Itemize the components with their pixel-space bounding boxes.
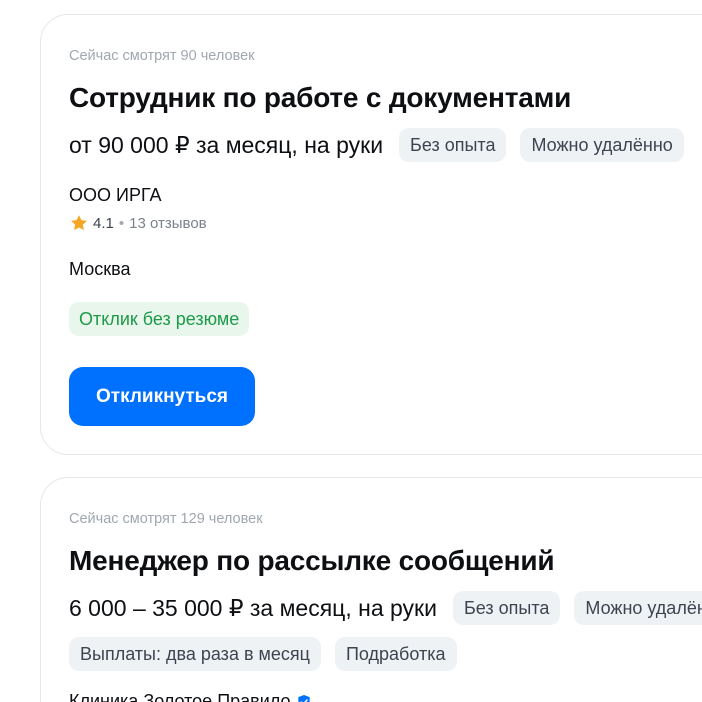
reviews-count: 13 отзывов bbox=[129, 214, 207, 232]
salary-row: 6 000 – 35 000 ₽ за месяц, на руки Без о… bbox=[69, 591, 702, 625]
tag-chip: Подработка bbox=[334, 637, 457, 671]
salary: 6 000 – 35 000 ₽ за месяц, на руки bbox=[69, 594, 437, 621]
viewers-count: Сейчас смотрят 129 человек bbox=[69, 511, 263, 527]
vacancy-card[interactable]: Сейчас смотрят 129 человек Менеджер по р… bbox=[40, 477, 702, 702]
tag-chip: Выплаты: два раза в месяц bbox=[69, 637, 321, 671]
extra-tags-row: Выплаты: два раза в месяц Подработка bbox=[69, 637, 471, 671]
star-icon bbox=[71, 215, 87, 231]
no-resume-badge: Отклик без резюме bbox=[69, 302, 250, 336]
company-name-text: ООО ИРГА bbox=[69, 185, 162, 205]
tag-chip: Без опыта bbox=[452, 591, 561, 625]
verified-shield-icon bbox=[298, 694, 311, 702]
rating-separator: • bbox=[118, 214, 125, 232]
tag-chip: Можно удалённо bbox=[520, 128, 684, 162]
company-rating[interactable]: 4.1 • 13 отзывов bbox=[69, 213, 207, 233]
company-name[interactable]: ООО ИРГА bbox=[69, 185, 162, 206]
tag-chip: Можно удалённо bbox=[574, 591, 702, 625]
vacancy-list: Сейчас смотрят 90 человек Сотрудник по р… bbox=[0, 0, 702, 702]
city: Москва bbox=[69, 259, 131, 279]
vacancy-title[interactable]: Менеджер по рассылке сообщений bbox=[69, 545, 555, 577]
tag-chip: Без опыта bbox=[399, 128, 507, 162]
company-name[interactable]: Клиника Золотое Правило bbox=[69, 691, 312, 702]
salary-row: от 90 000 ₽ за месяц, на руки Без опыта … bbox=[69, 128, 698, 162]
rating-value: 4.1 bbox=[93, 214, 114, 232]
vacancy-title[interactable]: Сотрудник по работе с документами bbox=[69, 82, 571, 114]
salary: от 90 000 ₽ за месяц, на руки bbox=[69, 131, 384, 158]
vacancy-card[interactable]: Сейчас смотрят 90 человек Сотрудник по р… bbox=[40, 14, 702, 455]
company-name-text: Клиника Золотое Правило bbox=[69, 691, 291, 702]
apply-button[interactable]: Откликнуться bbox=[69, 367, 255, 426]
viewers-count: Сейчас смотрят 90 человек bbox=[69, 48, 255, 64]
